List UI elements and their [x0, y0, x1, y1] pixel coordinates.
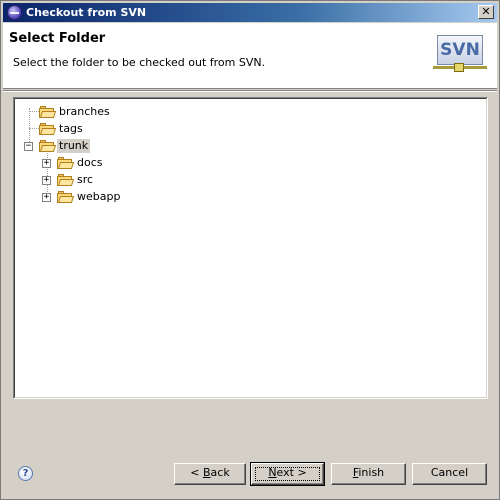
collapse-toggle-trunk[interactable]: −	[24, 142, 33, 151]
tree-item-label: tags	[59, 122, 83, 135]
finish-button[interactable]: Finish	[331, 463, 406, 485]
tree-item-label: branches	[59, 105, 110, 118]
banner-separator	[3, 90, 497, 92]
tree-item-label: docs	[77, 156, 103, 169]
expand-toggle-docs[interactable]: +	[42, 159, 51, 168]
wizard-banner: Select Folder Select the folder to be ch…	[3, 23, 497, 89]
cancel-button[interactable]: Cancel	[412, 463, 487, 485]
eclipse-icon	[7, 5, 22, 20]
help-icon[interactable]: ?	[18, 466, 33, 481]
title-bar[interactable]: Checkout from SVN ✕	[3, 3, 497, 22]
next-button[interactable]: Next >	[250, 462, 325, 486]
checkout-dialog: Checkout from SVN ✕ Select Folder Select…	[0, 0, 500, 500]
folder-icon	[57, 174, 75, 186]
page-title: Select Folder	[9, 31, 106, 46]
finish-button-label: inish	[358, 466, 385, 479]
svn-logo-icon: SVN	[433, 35, 487, 75]
folder-icon	[39, 123, 57, 135]
expand-toggle-webapp[interactable]: +	[42, 193, 51, 202]
tree-connector	[29, 111, 39, 112]
folder-icon	[57, 157, 75, 169]
page-description: Select the folder to be checked out from…	[13, 56, 266, 69]
folder-tree[interactable]: branches tags − trunk + docs + src + web…	[13, 97, 488, 399]
window-title: Checkout from SVN	[26, 6, 147, 19]
back-button-mnemonic: B	[203, 466, 211, 479]
folder-icon	[39, 106, 57, 118]
back-button-label: ack	[210, 466, 230, 479]
expand-toggle-src[interactable]: +	[42, 176, 51, 185]
close-button[interactable]: ✕	[478, 5, 494, 19]
tree-connector	[29, 128, 39, 129]
back-button[interactable]: < Back	[174, 463, 246, 485]
svn-logo-knob	[454, 63, 464, 72]
next-button-mnemonic: N	[268, 466, 277, 479]
tree-item-label: src	[77, 173, 94, 186]
tree-item-label: webapp	[77, 190, 121, 203]
folder-icon	[57, 191, 75, 203]
folder-tree-viewport: branches tags − trunk + docs + src + web…	[14, 98, 487, 398]
back-button-prefix: <	[190, 466, 203, 479]
folder-icon	[39, 140, 57, 152]
tree-item-label: trunk	[57, 139, 91, 153]
next-button-label: ext >	[276, 466, 307, 479]
cancel-button-label: Cancel	[430, 466, 469, 479]
svn-logo-text: SVN	[437, 35, 483, 65]
